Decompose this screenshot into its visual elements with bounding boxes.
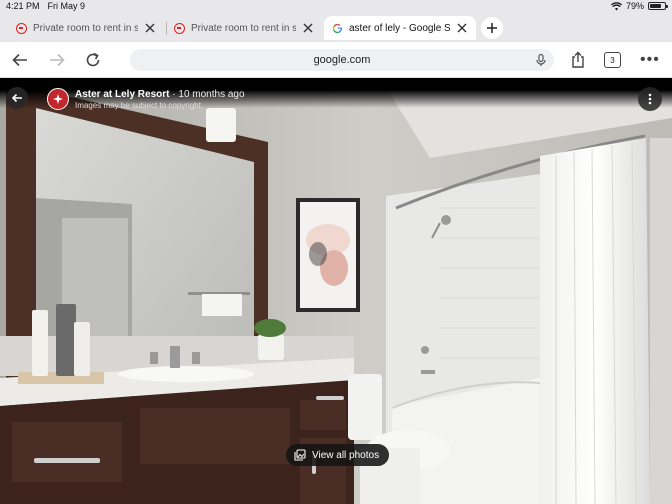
close-viewer-button[interactable] [6, 87, 28, 109]
browser-toolbar: google.com 3 ••• [0, 42, 672, 78]
view-all-photos-button[interactable]: View all photos [286, 444, 390, 466]
copyright-notice[interactable]: Images may be subject to copyright [75, 101, 201, 110]
tab-google-search[interactable]: aster of lely - Google Sea [324, 16, 476, 40]
back-button[interactable] [10, 50, 30, 70]
tab-label: Private room to rent in sa [33, 22, 138, 34]
status-time: 4:21 PM [6, 1, 40, 11]
battery-icon [648, 2, 668, 10]
google-favicon-icon [332, 23, 343, 33]
photo-gallery-icon [294, 449, 306, 461]
view-all-label: View all photos [312, 449, 380, 461]
wifi-icon [610, 1, 622, 10]
image-age: 10 months ago [178, 89, 245, 100]
tab-private-room-1[interactable]: Private room to rent in sa [8, 16, 164, 40]
airbnb-favicon-icon [174, 22, 185, 34]
tab-strip: Private room to rent in sa Private room … [0, 12, 672, 42]
reload-button[interactable] [83, 50, 103, 70]
status-date: Fri May 9 [47, 1, 86, 11]
tab-label: aster of lely - Google Sea [349, 22, 450, 34]
title-separator: · [172, 89, 176, 100]
close-tab-icon[interactable] [144, 22, 156, 34]
url-text: google.com [313, 54, 371, 66]
image-viewer: Aster at Lely Resort · 10 months ago Ima… [0, 78, 672, 504]
reload-icon [86, 52, 100, 67]
more-options-button[interactable]: ••• [640, 51, 660, 69]
close-tab-icon[interactable] [456, 22, 468, 34]
status-bar: 4:21 PM Fri May 9 79% [0, 0, 672, 12]
source-name[interactable]: Aster at Lely Resort [75, 89, 169, 100]
tab-switcher-button[interactable]: 3 [604, 52, 621, 68]
bathroom-photo [0, 78, 672, 504]
new-tab-button[interactable] [481, 17, 503, 39]
source-logo[interactable] [47, 88, 69, 110]
forward-button[interactable] [47, 50, 67, 70]
viewer-menu-button[interactable] [638, 87, 662, 111]
source-title[interactable]: Aster at Lely Resort · 10 months ago [75, 89, 245, 100]
aster-logo-icon [53, 94, 63, 104]
close-tab-icon[interactable] [302, 22, 314, 34]
share-button[interactable] [568, 50, 588, 70]
arrow-right-icon [50, 53, 65, 67]
address-bar[interactable]: google.com [130, 49, 554, 71]
arrow-left-icon [12, 53, 27, 67]
battery-percent: 79% [625, 1, 644, 11]
tab-label: Private room to rent in sa [191, 22, 296, 34]
plus-icon [487, 23, 497, 33]
share-icon [572, 51, 584, 68]
airbnb-favicon-icon [16, 22, 27, 34]
arrow-left-icon [11, 93, 22, 103]
microphone-icon[interactable] [534, 53, 548, 67]
kebab-menu-icon [648, 93, 652, 105]
tab-private-room-2[interactable]: Private room to rent in sa [166, 16, 322, 40]
